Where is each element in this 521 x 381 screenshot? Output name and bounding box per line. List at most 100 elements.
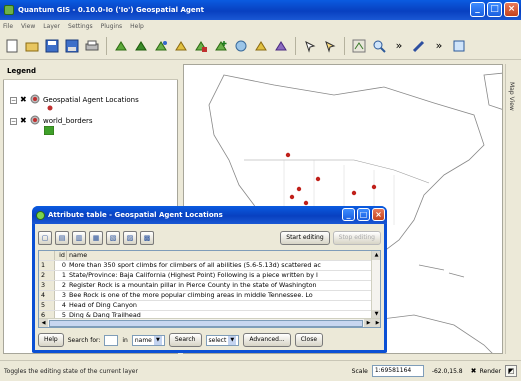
cell-id[interactable]: 4 bbox=[55, 301, 67, 310]
cell-id[interactable]: 0 bbox=[55, 261, 67, 270]
cell-name[interactable]: Ding & Dang Trailhead bbox=[67, 311, 373, 318]
collapse-icon[interactable]: − bbox=[10, 96, 17, 104]
menu-layer[interactable]: Layer bbox=[43, 23, 60, 30]
minimize-button[interactable]: _ bbox=[342, 208, 355, 221]
remove-all-icon[interactable] bbox=[233, 38, 249, 54]
cell-name[interactable]: Register Rock is a mountain pillar in Pi… bbox=[67, 281, 373, 290]
close-button[interactable]: × bbox=[372, 208, 385, 221]
new-column-icon[interactable]: ▨ bbox=[123, 231, 137, 245]
layer-visible-checkbox[interactable]: ✖ bbox=[20, 95, 27, 104]
cell-name[interactable]: Bee Rock is one of the more popular clim… bbox=[67, 291, 373, 300]
scroll-right-icon[interactable]: ▶ bbox=[364, 319, 373, 327]
menu-help[interactable]: Help bbox=[130, 23, 144, 30]
toolbar-separator bbox=[106, 36, 107, 55]
new-vector-layer-icon[interactable] bbox=[173, 38, 189, 54]
row-number[interactable]: 5 bbox=[39, 301, 55, 310]
projection-icon[interactable]: ◩ bbox=[505, 365, 517, 377]
table-row[interactable]: 3 2 Register Rock is a mountain pillar i… bbox=[39, 281, 373, 291]
attribute-grid[interactable]: id name 1 0 More than 350 sport climbs f… bbox=[38, 250, 381, 328]
more-icon[interactable]: » bbox=[391, 38, 407, 54]
close-dialog-button[interactable]: Close bbox=[294, 333, 324, 347]
row-number[interactable]: 4 bbox=[39, 291, 55, 300]
attribute-table-titlebar[interactable]: Attribute table - Geospatial Agent Locat… bbox=[32, 206, 387, 224]
scroll-track[interactable] bbox=[372, 260, 380, 310]
scroll-thumb[interactable] bbox=[49, 319, 363, 327]
column-header-id[interactable]: id bbox=[55, 251, 67, 260]
start-editing-button[interactable]: Start editing bbox=[280, 231, 330, 245]
cell-id[interactable]: 5 bbox=[55, 311, 67, 318]
scroll-up-icon[interactable]: ▲ bbox=[372, 251, 380, 260]
field-select[interactable]: name ▼ bbox=[131, 334, 165, 346]
close-button[interactable]: × bbox=[504, 2, 519, 17]
row-number[interactable]: 1 bbox=[39, 261, 55, 270]
zoom-to-selection-icon[interactable]: ▧ bbox=[106, 231, 120, 245]
remove-selection-icon[interactable]: ▢ bbox=[38, 231, 52, 245]
horizontal-scrollbar[interactable]: ◀ ▶ ▶ bbox=[39, 318, 380, 327]
menu-view[interactable]: View bbox=[21, 23, 35, 30]
qgis-app-icon bbox=[4, 5, 14, 15]
table-row[interactable]: 4 3 Bee Rock is one of the more popular … bbox=[39, 291, 373, 301]
column-header-name[interactable]: name bbox=[67, 251, 373, 260]
print-icon[interactable] bbox=[84, 38, 100, 54]
scroll-left-icon[interactable]: ◀ bbox=[39, 319, 48, 327]
render-checkbox[interactable]: ✖ bbox=[471, 367, 478, 375]
minimize-button[interactable]: _ bbox=[470, 2, 485, 17]
add-vector-layer-icon[interactable] bbox=[113, 38, 129, 54]
render-toggle[interactable]: ✖ Render bbox=[471, 367, 501, 375]
row-number[interactable]: 6 bbox=[39, 311, 55, 318]
search-input[interactable] bbox=[104, 334, 119, 346]
action-select[interactable]: select ▼ bbox=[205, 334, 240, 346]
open-project-icon[interactable] bbox=[24, 38, 40, 54]
vertical-scrollbar[interactable]: ▲ ▼ bbox=[371, 251, 380, 319]
scroll-right-icon[interactable]: ▶ bbox=[373, 319, 380, 327]
remove-layer-icon[interactable] bbox=[193, 38, 209, 54]
menu-file[interactable]: File bbox=[3, 23, 13, 30]
map-view-side-tab[interactable]: Map View bbox=[505, 64, 519, 354]
overview-icon[interactable] bbox=[253, 38, 269, 54]
scale-input[interactable]: 1:69581164 bbox=[371, 365, 424, 377]
cell-id[interactable]: 2 bbox=[55, 281, 67, 290]
maximize-button[interactable]: □ bbox=[487, 2, 502, 17]
table-row[interactable]: 5 4 Head of Ding Canyon bbox=[39, 301, 373, 311]
add-postgis-layer-icon[interactable] bbox=[153, 38, 169, 54]
cell-name[interactable]: State/Province: Baja California (Highest… bbox=[67, 271, 373, 280]
save-as-icon[interactable] bbox=[64, 38, 80, 54]
corner-cell bbox=[39, 251, 55, 260]
plugin-icon[interactable] bbox=[451, 38, 467, 54]
cell-name[interactable]: Head of Ding Canyon bbox=[67, 301, 373, 310]
row-number[interactable]: 3 bbox=[39, 281, 55, 290]
table-row[interactable]: 2 1 State/Province: Baja California (Hig… bbox=[39, 271, 373, 281]
advanced-button[interactable]: Advanced... bbox=[243, 333, 291, 347]
cell-id[interactable]: 3 bbox=[55, 291, 67, 300]
legend-layer-geospatial-agent-locations[interactable]: − ✖ Geospatial Agent Locations bbox=[10, 94, 139, 106]
invert-selection-icon[interactable]: ▥ bbox=[72, 231, 86, 245]
new-project-icon[interactable] bbox=[4, 38, 20, 54]
identify-icon[interactable] bbox=[302, 38, 318, 54]
add-raster-layer-icon[interactable] bbox=[133, 38, 149, 54]
zoom-full-icon[interactable] bbox=[351, 38, 367, 54]
pencil-icon[interactable] bbox=[411, 38, 427, 54]
zoom-in-icon[interactable] bbox=[371, 38, 387, 54]
more-icon-2[interactable]: » bbox=[431, 38, 447, 54]
hide-all-icon[interactable] bbox=[273, 38, 289, 54]
help-button[interactable]: Help bbox=[38, 333, 64, 347]
delete-column-icon[interactable]: ▩ bbox=[140, 231, 154, 245]
menu-plugins[interactable]: Plugins bbox=[101, 23, 123, 30]
status-message: Toggles the editing state of the current… bbox=[4, 367, 138, 375]
help-icon[interactable] bbox=[322, 38, 338, 54]
selected-to-top-icon[interactable]: ▤ bbox=[55, 231, 69, 245]
search-button[interactable]: Search bbox=[168, 333, 202, 347]
copy-selected-icon[interactable]: ▦ bbox=[89, 231, 103, 245]
attribute-table-title: Attribute table - Geospatial Agent Locat… bbox=[48, 211, 223, 219]
cell-name[interactable]: More than 350 sport climbs for climbers … bbox=[67, 261, 373, 270]
collapse-icon[interactable]: − bbox=[10, 117, 17, 125]
row-number[interactable]: 2 bbox=[39, 271, 55, 280]
cell-id[interactable]: 1 bbox=[55, 271, 67, 280]
add-all-icon[interactable] bbox=[213, 38, 229, 54]
save-project-icon[interactable] bbox=[44, 38, 60, 54]
action-select-value: select bbox=[208, 336, 227, 344]
maximize-button[interactable]: □ bbox=[357, 208, 370, 221]
layer-visible-checkbox[interactable]: ✖ bbox=[20, 116, 27, 125]
menu-settings[interactable]: Settings bbox=[68, 23, 93, 30]
table-row[interactable]: 1 0 More than 350 sport climbs for climb… bbox=[39, 261, 373, 271]
